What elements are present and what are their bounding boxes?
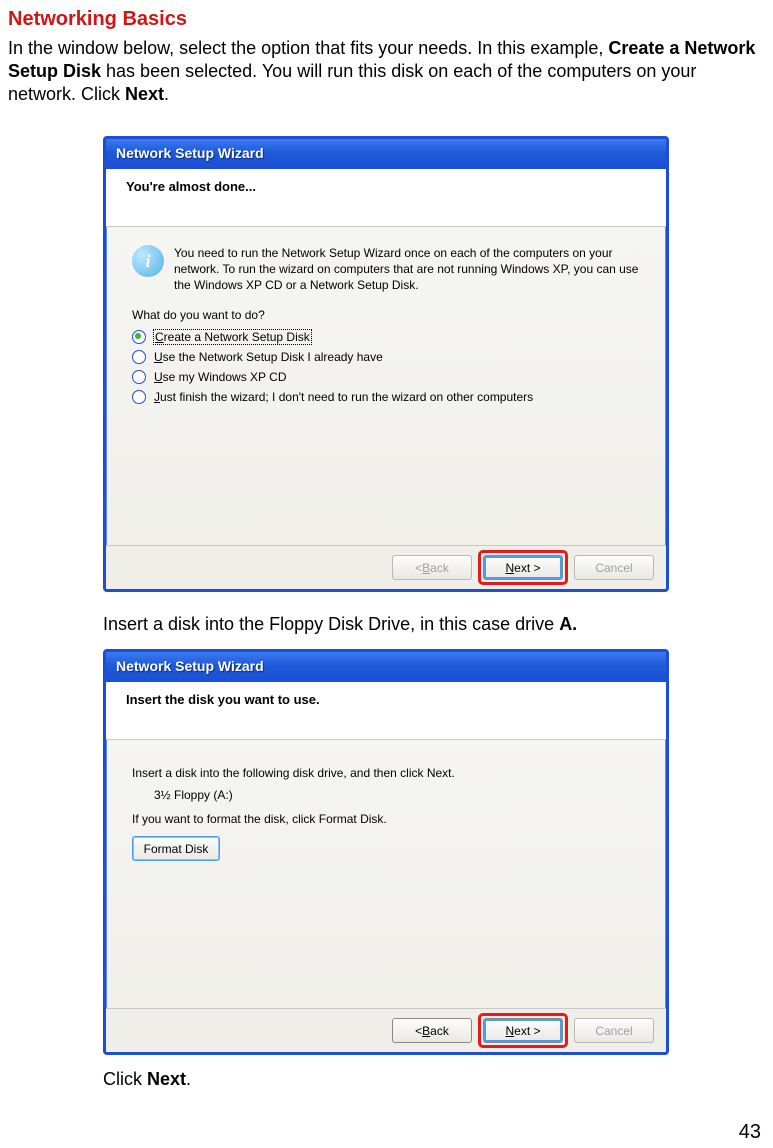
wizard-2-line1: Insert a disk into the following disk dr… [132,766,640,780]
mid-pre: Insert a disk into the Floppy Disk Drive… [103,614,559,634]
wizard-2-header-title: Insert the disk you want to use. [126,692,646,707]
radio-just-finish[interactable]: Just finish the wizard; I don't need to … [132,390,640,404]
radio-use-xp-cd[interactable]: Use my Windows XP CD [132,370,640,384]
radio-icon [132,350,146,364]
page-title: Networking Basics [8,8,765,31]
radio-icon [132,330,146,344]
next-mnemonic: N [505,1024,514,1038]
wizard-1-question: What do you want to do? [132,308,640,322]
radio-icon [132,390,146,404]
click-next-end: . [186,1069,191,1089]
click-next-instruction: Click Next. [103,1069,765,1090]
back-mnemonic: B [422,561,430,575]
next-rest: ext > [514,561,540,575]
radio-create-disk-label: Create a Network Setup Disk [154,330,311,344]
wizard-1-body: You need to run the Network Setup Wizard… [106,227,666,404]
next-button[interactable]: Next > [483,555,563,580]
radio-use-existing-mnemonic: U [154,350,163,364]
format-mnemonic: F [144,842,151,856]
back-rest: ack [430,561,449,575]
radio-just-finish-rest: ust finish the wizard; I don't need to r… [160,390,533,404]
back-rest: ack [430,1024,449,1038]
radio-icon [132,370,146,384]
intro-pre: In the window below, select the option t… [8,38,608,58]
wizard-1-header: You're almost done... [106,169,666,227]
wizard-window-1: Network Setup Wizard You're almost done.… [103,136,669,592]
radio-use-existing-disk[interactable]: Use the Network Setup Disk I already hav… [132,350,640,364]
page-number: 43 [739,1121,761,1144]
format-rest: ormat Disk [151,842,208,856]
wizard-window-2: Network Setup Wizard Insert the disk you… [103,649,669,1055]
wizard-2-line2: If you want to format the disk, click Fo… [132,812,640,826]
wizard-1-button-bar: < Back Next > Cancel [106,545,666,589]
wizard-2-button-bar: < Back Next > Cancel [106,1008,666,1052]
radio-use-xp-cd-mnemonic: U [154,370,163,384]
wizard-1-header-title: You're almost done... [126,179,646,194]
format-disk-button[interactable]: Format Disk [132,836,220,861]
radio-use-xp-cd-rest: se my Windows XP CD [163,370,287,384]
intro-bold-2: Next [125,84,164,104]
intro-mid: has been selected. You will run this dis… [8,61,696,104]
cancel-button[interactable]: Cancel [574,1018,654,1043]
wizard-1-titlebar: Network Setup Wizard [106,139,666,169]
intro-end: . [164,84,169,104]
radio-create-disk-rest: reate a Network Setup Disk [164,330,310,344]
back-mnemonic: B [422,1024,430,1038]
radio-just-finish-label: Just finish the wizard; I don't need to … [154,390,533,404]
wizard-2-body: Insert a disk into the following disk dr… [106,740,666,861]
wizard-2-titlebar: Network Setup Wizard [106,652,666,682]
next-mnemonic: N [505,561,514,575]
next-button-highlight: Next > [478,1013,568,1048]
wizard-1-info-text: You need to run the Network Setup Wizard… [174,245,640,294]
wizard-2-header: Insert the disk you want to use. [106,682,666,740]
next-rest: ext > [514,1024,540,1038]
radio-create-disk-mnemonic: C [155,330,164,344]
info-icon [132,245,164,277]
back-pre: < [415,1024,422,1038]
cancel-button[interactable]: Cancel [574,555,654,580]
mid-instruction: Insert a disk into the Floppy Disk Drive… [103,614,765,635]
back-pre: < [415,561,422,575]
wizard-2-drive: 3½ Floppy (A:) [154,788,640,802]
radio-create-disk[interactable]: Create a Network Setup Disk [132,330,640,344]
mid-bold: A. [559,614,577,634]
radio-use-xp-cd-label: Use my Windows XP CD [154,370,286,384]
intro-paragraph: In the window below, select the option t… [8,37,765,106]
back-button[interactable]: < Back [392,555,472,580]
click-next-pre: Click [103,1069,147,1089]
click-next-bold: Next [147,1069,186,1089]
next-button[interactable]: Next > [483,1018,563,1043]
back-button[interactable]: < Back [392,1018,472,1043]
radio-use-existing-disk-label: Use the Network Setup Disk I already hav… [154,350,383,364]
next-button-highlight: Next > [478,550,568,585]
radio-use-existing-rest: se the Network Setup Disk I already have [163,350,383,364]
